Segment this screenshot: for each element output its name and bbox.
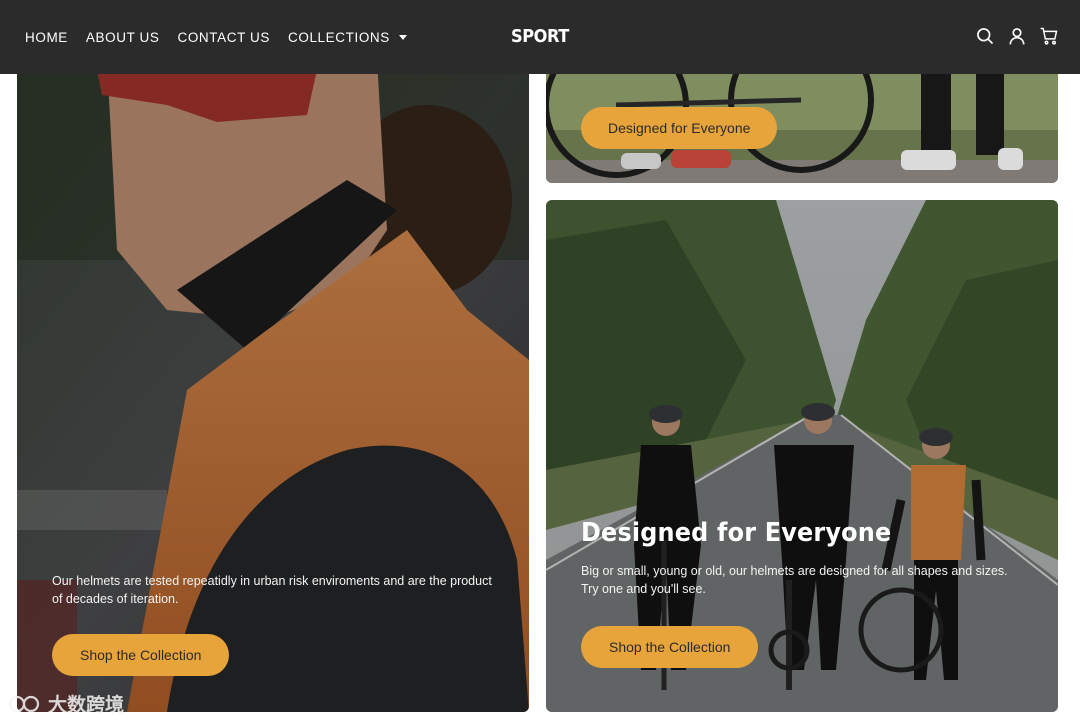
watermark-logo-icon	[8, 695, 40, 712]
card-description: Big or small, young or old, our helmets …	[581, 564, 1008, 596]
card-helmet-testing-content: Our helmets are tested repeatidly in urb…	[52, 572, 494, 676]
nav-about-link[interactable]: ABOUT US	[86, 30, 160, 45]
card-bike-banner: Designed for Everyone	[546, 60, 1058, 183]
site-logo[interactable]: SPORT	[511, 26, 569, 47]
nav-collections-dropdown[interactable]: COLLECTIONS	[288, 30, 407, 45]
card-bike-banner-content: Designed for Everyone	[581, 107, 1023, 149]
nav-contact-link[interactable]: CONTACT US	[177, 30, 270, 45]
header-actions	[974, 25, 1060, 47]
designed-for-everyone-button[interactable]: Designed for Everyone	[581, 107, 778, 149]
shop-collection-button[interactable]: Shop the Collection	[52, 634, 230, 676]
nav-home-link[interactable]: HOME	[25, 30, 68, 45]
search-icon[interactable]	[974, 25, 996, 47]
card-description: Our helmets are tested repeatidly in urb…	[52, 574, 492, 606]
nav-collections-label: COLLECTIONS	[288, 29, 390, 45]
card-designed-for-everyone: Designed for Everyone Big or small, youn…	[546, 200, 1058, 712]
account-icon[interactable]	[1006, 25, 1028, 47]
watermark-text: 大数跨境	[48, 694, 125, 716]
card-designed-content: Designed for Everyone Big or small, youn…	[581, 518, 1023, 668]
watermark: 大数跨境	[8, 690, 124, 717]
site-header: HOME ABOUT US CONTACT US COLLECTIONS SPO…	[0, 0, 1080, 74]
card-title: Designed for Everyone	[581, 518, 892, 548]
card-helmet-testing: Our helmets are tested repeatidly in urb…	[17, 60, 529, 712]
chevron-down-icon	[398, 34, 407, 40]
cart-icon[interactable]	[1038, 25, 1060, 47]
shop-collection-button[interactable]: Shop the Collection	[581, 626, 759, 668]
main-nav: HOME ABOUT US CONTACT US COLLECTIONS	[25, 0, 407, 74]
